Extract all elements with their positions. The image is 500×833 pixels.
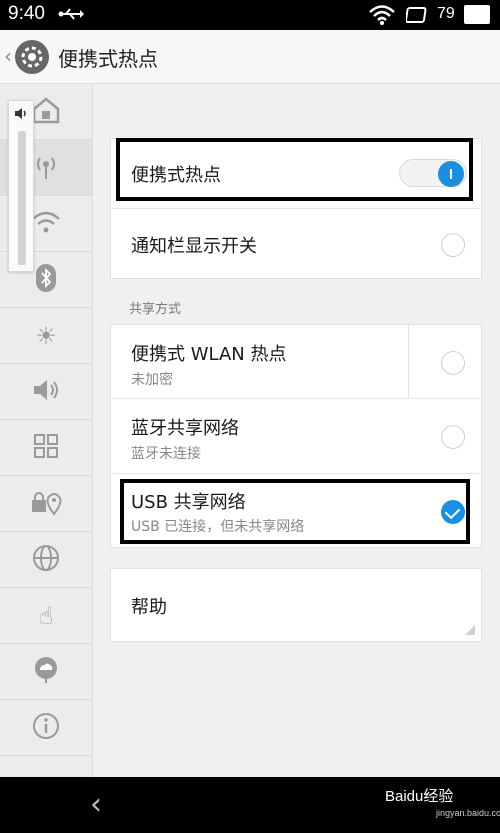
settings-gear-icon[interactable] [15, 40, 49, 74]
hotspot-icon [31, 152, 61, 184]
apps-grid-icon [33, 433, 59, 463]
watermark: Baidu经验 [385, 788, 454, 805]
bluetooth-icon [35, 263, 57, 297]
row-divider [408, 325, 409, 399]
back-chevron-icon[interactable]: ‹ [4, 44, 12, 68]
watermark-url: jingyan.baidu.com [436, 808, 500, 818]
share-option-subtitle: 蓝牙未连接 [131, 446, 201, 462]
help-label: 帮助 [131, 597, 167, 618]
gesture-hand-icon: ☝ [38, 601, 54, 630]
share-option-radio[interactable] [441, 425, 465, 449]
title-bar: ‹ 便携式热点 [0, 30, 500, 84]
help-row[interactable]: 帮助 [111, 569, 481, 641]
cloud-icon [32, 656, 60, 688]
battery-level: 79 [437, 5, 455, 22]
brightness-icon: ☀ [35, 321, 57, 350]
screen-rotate-icon [406, 7, 427, 23]
globe-icon [32, 544, 60, 576]
notify-switch-row[interactable]: 通知栏显示开关 [111, 209, 481, 279]
highlight-box-usb [120, 479, 470, 544]
main-content: 便携式热点 通知栏显示开关 共享方式 便携式 WLAN 热点 未加密 蓝牙共享网… [93, 84, 500, 777]
nav-back-icon[interactable]: ‹ [90, 787, 102, 822]
home-icon [31, 96, 61, 128]
volume-speaker-icon [14, 107, 30, 124]
sidebar-item-security[interactable] [0, 476, 92, 532]
volume-popup[interactable] [8, 100, 34, 272]
sidebar-item-sound[interactable] [0, 364, 92, 420]
share-option-radio[interactable] [441, 351, 465, 375]
status-bar: 9:40 79 [0, 0, 500, 30]
help-card: 帮助 [110, 568, 482, 642]
usb-icon [58, 8, 84, 20]
share-option-label: 便携式 WLAN 热点 [131, 344, 287, 365]
battery-icon [464, 5, 490, 24]
sidebar-item-about[interactable] [0, 700, 92, 756]
sidebar-item-gestures[interactable]: ☝ [0, 588, 92, 644]
sidebar-item-display[interactable]: ☀ [0, 308, 92, 364]
highlight-box-hotspot [116, 138, 473, 201]
sidebar-item-cloud[interactable] [0, 644, 92, 700]
status-time: 9:40 [8, 3, 45, 24]
share-option-subtitle: 未加密 [131, 372, 173, 388]
corner-indicator [465, 625, 475, 635]
share-option-wlan[interactable]: 便携式 WLAN 热点 未加密 [111, 325, 481, 399]
sidebar-item-apps[interactable] [0, 420, 92, 476]
notify-switch-label: 通知栏显示开关 [131, 236, 257, 257]
notify-switch-radio[interactable] [441, 233, 465, 257]
page-title: 便携式热点 [58, 47, 158, 71]
wifi-signal-icon [369, 5, 395, 25]
info-icon [32, 712, 60, 744]
sound-icon [31, 377, 61, 407]
location-lock-icon [30, 488, 62, 520]
volume-slider[interactable] [18, 131, 26, 265]
sidebar-item-language[interactable] [0, 532, 92, 588]
share-section-header: 共享方式 [129, 302, 182, 317]
share-option-label: 蓝牙共享网络 [131, 418, 239, 439]
share-option-bluetooth[interactable]: 蓝牙共享网络 蓝牙未连接 [111, 399, 481, 474]
navigation-bar: ‹ Baidu经验 jingyan.baidu.com [0, 777, 500, 833]
wifi-icon [31, 209, 61, 239]
